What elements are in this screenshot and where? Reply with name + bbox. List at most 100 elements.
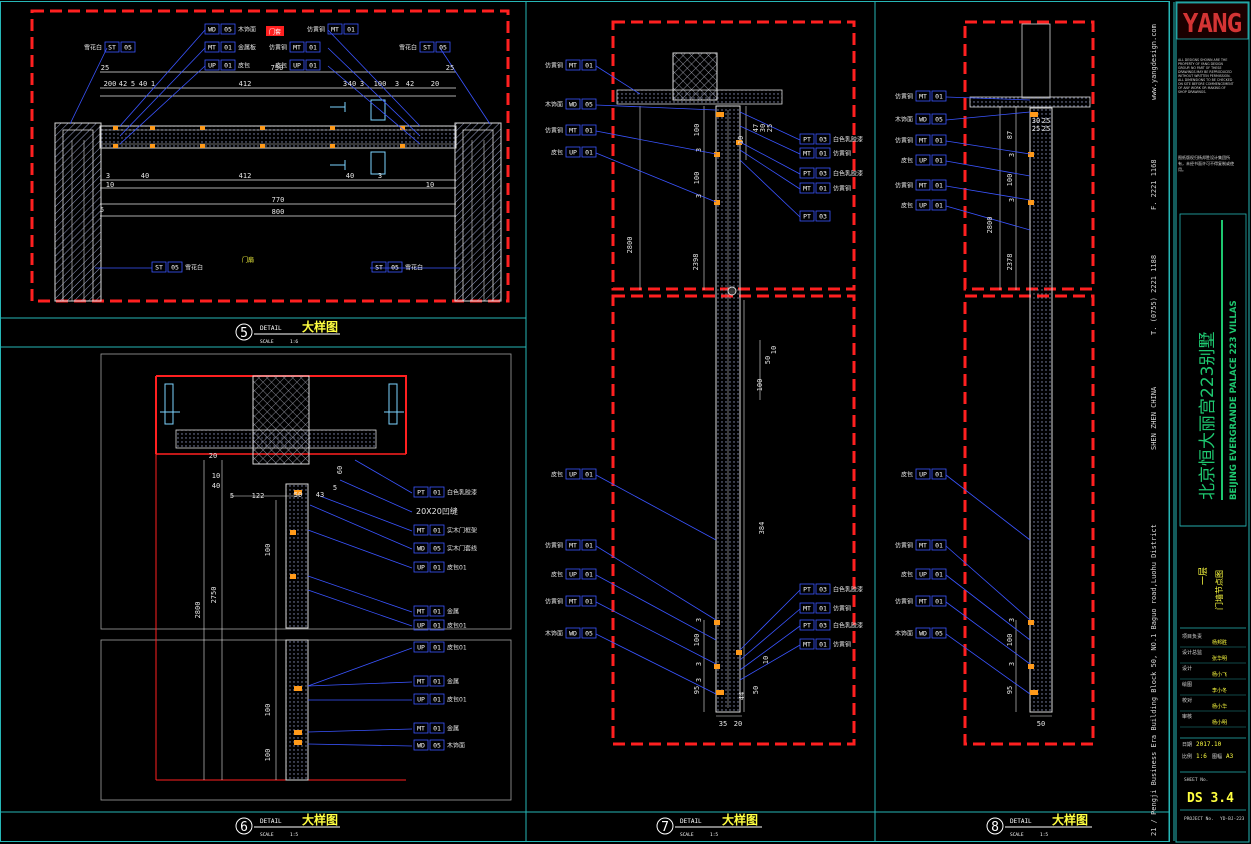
cad-drawing-sheet: 5 DETAIL 大样图 SCALE 1:6 6 DETAIL 大样图 SCAL… [0, 1, 1250, 843]
callout-tag: PT [803, 213, 811, 221]
dimension-label: 87 [1006, 131, 1014, 139]
office-fax: F. 2221 1168 [1150, 159, 1158, 210]
dimension-label: 25 [1032, 125, 1040, 133]
detail-title-8: 8 DETAIL 大样图 SCALE 1:5 [986, 812, 1092, 838]
callout-tag: UP [208, 62, 216, 70]
material-callout: MT 01 仿黄铜 [799, 638, 851, 650]
callout-code: 01 [224, 62, 232, 70]
dimension-label: 3 [695, 662, 703, 666]
dimension-label: 2398 [692, 254, 700, 271]
callout-code: 01 [935, 137, 943, 145]
callout-note: 皮包 [901, 157, 913, 165]
scale-label-tb: 比例 [1182, 753, 1192, 760]
material-callout: UP 01 皮包 [204, 59, 250, 71]
dimension-label: 50 [764, 356, 772, 364]
callout-code: 05 [391, 264, 399, 272]
dimension-label: 3 [106, 172, 110, 180]
dimension-label: 122 [252, 492, 265, 500]
callout-code: 03 [819, 136, 827, 144]
callout-code: 01 [935, 471, 943, 479]
callout-note: 皮包 [551, 571, 563, 579]
dimension-label: 5 [100, 206, 104, 214]
material-callout: PT 03 [799, 210, 831, 222]
callout-note: 木饰面 [895, 630, 913, 638]
callout-note: 雪花白 [399, 44, 417, 52]
sheet-no-label: SHEET No. [1184, 777, 1208, 783]
dimension-label: 384 [758, 522, 766, 535]
material-callout: MT 01 金属 [413, 605, 459, 617]
dimension-label: 750 [271, 64, 284, 72]
dimension-label: 25 [1042, 117, 1050, 125]
detail-label: DETAIL [260, 325, 282, 332]
callout-tag: MT [208, 44, 216, 52]
dimension-label: 50 [752, 686, 760, 694]
callout-code: 01 [585, 571, 593, 579]
callout-code: 01 [585, 471, 593, 479]
material-callout: UP 01 皮包01 [413, 561, 467, 573]
callout-note: 实木门框架 [447, 527, 477, 535]
material-callout: MT 01 实木门框架 [413, 524, 477, 536]
callout-tag: UP [919, 157, 927, 165]
material-callout: UP 01 皮包 [901, 568, 947, 580]
company-logo: YANG [1183, 9, 1242, 39]
callout-tag: MT [569, 542, 577, 550]
dimension-label: 2750 [210, 587, 218, 604]
callout-note: 白色乳胶漆 [447, 489, 477, 497]
material-callout: UP 01 皮包01 [413, 693, 467, 705]
material-callout: 仿黄铜 MT 01 [269, 41, 321, 53]
date-label: 日期 [1182, 742, 1192, 748]
material-callout: UP 01 皮包 [551, 146, 597, 158]
material-callout: MT 01 仿黄铜 [895, 539, 947, 551]
detail-title: 大样图 [722, 812, 758, 827]
material-callout: PT 01 白色乳胶漆 [413, 486, 477, 498]
dimension-label: 25 [101, 64, 109, 72]
dimension-label: 100 [756, 379, 764, 392]
detail-title-5: 5 DETAIL 大样图 SCALE 1:6 [235, 319, 340, 345]
dimension-label: 3 [1008, 662, 1016, 666]
dimension-label: 44 [738, 692, 746, 700]
dimension-label: 10 [762, 656, 770, 664]
material-callout: UP 01 皮包01 [413, 619, 467, 631]
project-no: YD-BJ-223 [1220, 816, 1245, 822]
note-center-label: 门扇 [242, 256, 254, 264]
callout-note: 仿黄铜 [895, 182, 913, 190]
meta-label: 设计 [1182, 665, 1192, 672]
dimension-label: 800 [272, 208, 285, 216]
callout-tag: MT [919, 598, 927, 606]
meta-value: 杨邦胜 [1212, 639, 1227, 646]
callout-tag: WD [569, 101, 577, 109]
meta-row: 项目负责杨邦胜 [1180, 633, 1246, 648]
meta-row: 设计总监张华明 [1180, 649, 1246, 664]
meta-row: 审核杨小明 [1180, 713, 1246, 728]
callout-tag: ST [375, 264, 383, 272]
material-callout: MT 01 仿黄铜 [799, 602, 851, 614]
callout-tag: PT [803, 586, 811, 594]
callout-tag: ST [155, 264, 163, 272]
dimension-label: 20 [734, 720, 742, 728]
dimension-label: 10 [770, 346, 778, 354]
material-callout: UP 01 皮包01 [413, 641, 467, 653]
callout-note: 仿黄铜 [833, 150, 851, 158]
dimension-label: 3 [695, 678, 703, 682]
callout-code: 01 [585, 62, 593, 70]
callout-code: 01 [819, 185, 827, 193]
callout-note: 皮包01 [447, 564, 467, 572]
dimension-label: 100 [264, 704, 272, 717]
dimension-label: 3 [360, 80, 364, 88]
dimension-label: 50 [1037, 720, 1045, 728]
callout-note: 皮包01 [447, 622, 467, 630]
meta-value: 杨小明 [1212, 719, 1227, 726]
dimension-label: 2800 [626, 237, 634, 254]
callout-tag: WD [569, 630, 577, 638]
material-callout: MT 01 金属 [413, 675, 459, 687]
material-callout: ST 05 雪花白 [151, 261, 203, 273]
callout-code: 05 [124, 44, 132, 52]
material-callout: MT 01 仿黄铜 [545, 124, 597, 136]
dimension-label: 42 [119, 80, 127, 88]
dimension-label: 40 [348, 80, 356, 88]
material-callout: 仿黄铜 MT 01 [307, 23, 359, 35]
callout-tag: MT [331, 26, 339, 34]
callout-code: 01 [433, 696, 441, 704]
callout-code: 01 [433, 725, 441, 733]
callout-note: 皮包01 [447, 696, 467, 704]
